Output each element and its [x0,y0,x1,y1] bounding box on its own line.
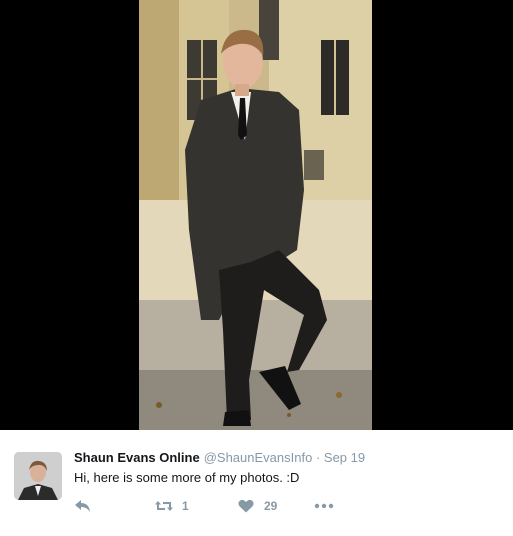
tweet-timestamp[interactable]: Sep 19 [324,450,365,465]
separator: · [315,450,321,465]
avatar[interactable] [14,452,62,500]
reply-button[interactable] [74,496,92,516]
more-dots-icon [314,503,334,509]
more-button[interactable] [314,496,334,516]
retweet-button[interactable]: 1 [154,496,189,516]
account-handle[interactable]: @ShaunEvansInfo [204,450,313,465]
tweet-text: Hi, here is some more of my photos. :D [74,470,300,485]
reply-icon [75,500,90,512]
account-name[interactable]: Shaun Evans Online [74,450,200,465]
like-count: 29 [264,499,278,513]
retweet-count: 1 [182,499,189,513]
avatar-image [14,452,62,500]
photo-illustration [139,0,372,430]
tweet-actions: 1 29 [74,496,374,516]
heart-icon [238,499,254,513]
tweet-media [0,0,513,430]
tweet: Shaun Evans Online @ShaunEvansInfo · Sep … [0,430,513,536]
retweet-icon [155,501,173,511]
tweet-header: Shaun Evans Online @ShaunEvansInfo · Sep … [74,450,365,465]
tweet-photo[interactable] [139,0,372,430]
like-button[interactable]: 29 [238,496,277,516]
